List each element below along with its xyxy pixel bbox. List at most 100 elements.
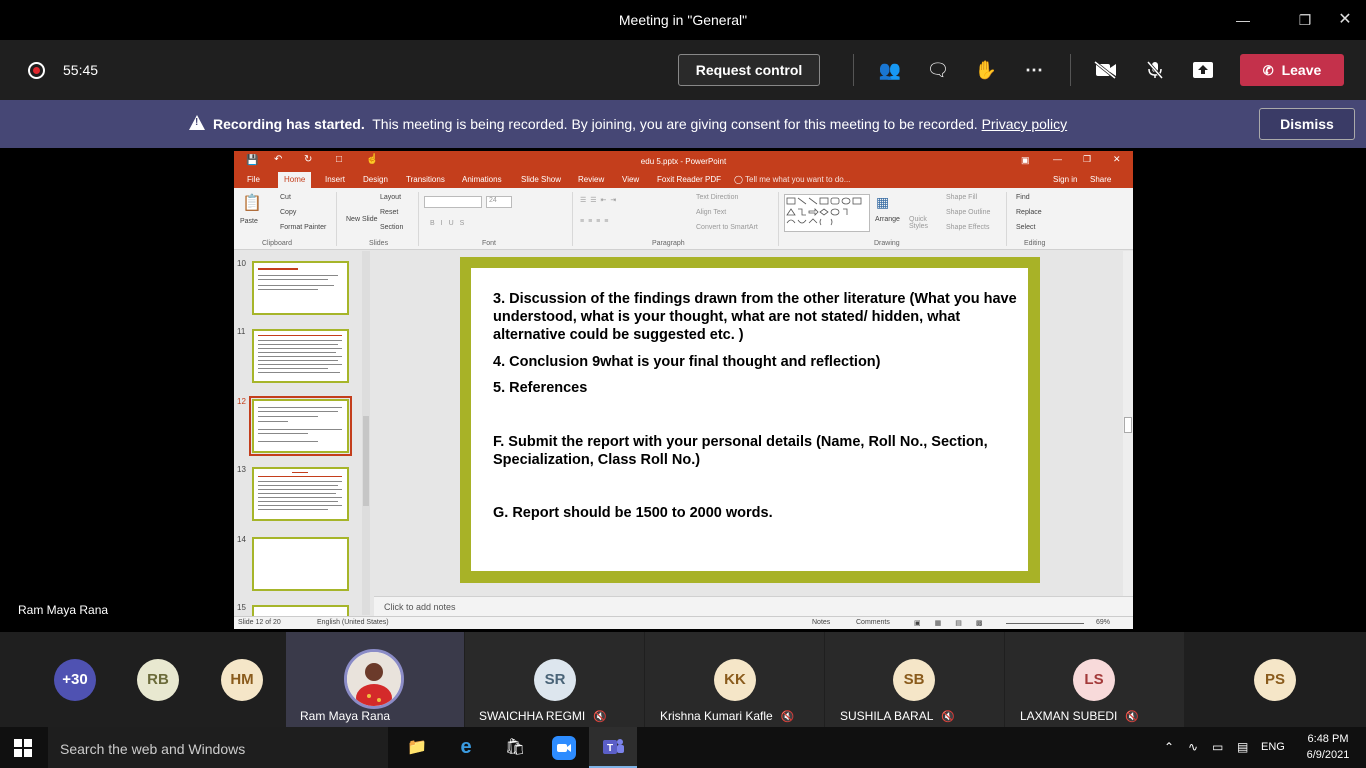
select-button[interactable]: Select [1016, 224, 1035, 231]
ppt-close-icon[interactable]: ✕ [1113, 154, 1121, 165]
store-icon[interactable]: 🛍 [491, 727, 539, 768]
dismiss-button[interactable]: Dismiss [1259, 108, 1355, 140]
minimize-icon[interactable]: — [1231, 8, 1255, 32]
mic-off-icon[interactable] [1141, 56, 1169, 84]
notifications-icon[interactable]: ▤ [1237, 740, 1248, 754]
windows-start-icon[interactable] [14, 739, 32, 757]
section-button[interactable]: Section [380, 224, 403, 231]
camera-off-icon[interactable] [1092, 56, 1120, 84]
list-icons[interactable]: ☰☰⇤⇥ [580, 196, 620, 204]
shapes-gallery[interactable] [784, 194, 870, 232]
paste-label[interactable]: Paste [240, 218, 258, 225]
arrange-label[interactable]: Arrange [875, 216, 900, 223]
battery-icon[interactable]: ▭ [1212, 740, 1223, 754]
slide-scroll-thumb[interactable] [1124, 417, 1132, 433]
wifi-icon[interactable]: ∿ [1188, 740, 1198, 754]
slide-thumbnail-14[interactable] [252, 537, 349, 591]
privacy-policy-link[interactable]: Privacy policy [982, 116, 1068, 132]
convert-smartart-button[interactable]: Convert to SmartArt [696, 224, 758, 231]
share-button[interactable]: Share [1090, 175, 1111, 184]
tab-slide-show[interactable]: Slide Show [521, 175, 561, 184]
language-status[interactable]: English (United States) [317, 619, 389, 626]
tab-foxit[interactable]: Foxit Reader PDF [657, 175, 721, 184]
font-style-buttons[interactable]: BIUS [430, 220, 470, 227]
replace-button[interactable]: Replace [1016, 209, 1042, 216]
participant-ps[interactable]: PS [1185, 632, 1366, 727]
tab-insert[interactable]: Insert [325, 175, 345, 184]
input-language[interactable]: ENG [1261, 741, 1285, 753]
font-name-box[interactable] [424, 196, 482, 208]
tab-file[interactable]: File [247, 175, 260, 184]
teams-icon[interactable]: T [589, 727, 637, 768]
tab-animations[interactable]: Animations [462, 175, 502, 184]
close-icon[interactable]: ✕ [1333, 8, 1357, 32]
zoom-level[interactable]: 69% [1096, 619, 1110, 626]
sign-in-link[interactable]: Sign in [1053, 175, 1077, 184]
chat-icon[interactable]: 🗨 [924, 56, 952, 84]
participant-swaichha-regmi[interactable]: SR SWAICHHA REGMI 🔇 [465, 632, 644, 727]
slide-content[interactable]: 3. Discussion of the findings drawn from… [471, 268, 1028, 571]
layout-button[interactable]: Layout [380, 194, 401, 201]
participant-sushila-baral[interactable]: SB SUSHILA BARAL 🔇 [825, 632, 1004, 727]
find-button[interactable]: Find [1016, 194, 1030, 201]
thumbnails-scrollbar[interactable] [362, 251, 370, 615]
font-size-box[interactable]: 24 [486, 196, 512, 208]
ppt-restore-icon[interactable]: ❐ [1083, 154, 1091, 165]
copy-button[interactable]: Copy [280, 209, 296, 216]
quick-styles-label[interactable]: Quick Styles [909, 216, 935, 230]
zoom-slider[interactable] [1006, 623, 1084, 624]
file-explorer-icon[interactable]: 📁 [393, 727, 441, 768]
align-icons[interactable]: ≡≡≡≡ [580, 218, 612, 225]
reset-button[interactable]: Reset [380, 209, 398, 216]
shape-outline-button[interactable]: Shape Outline [946, 209, 990, 216]
shape-effects-button[interactable]: Shape Effects [946, 224, 989, 231]
participant-rb[interactable]: RB [115, 632, 205, 727]
participant-krishna-kumari-kafle[interactable]: KK Krishna Kumari Kafle 🔇 [645, 632, 824, 727]
format-painter-button[interactable]: Format Painter [280, 224, 326, 231]
slide-thumbnail-11[interactable] [252, 329, 349, 383]
align-text-button[interactable]: Align Text [696, 209, 726, 216]
current-slide[interactable]: 3. Discussion of the findings drawn from… [460, 257, 1040, 583]
participant-laxman-subedi[interactable]: LS LAXMAN SUBEDI 🔇 [1005, 632, 1184, 727]
tab-review[interactable]: Review [578, 175, 604, 184]
comments-toggle[interactable]: Comments [856, 619, 890, 626]
view-buttons[interactable]: ▣▦▤▩ [914, 619, 996, 627]
slide-scrollbar[interactable] [1123, 251, 1133, 596]
thumbnails-scroll-thumb[interactable] [363, 416, 369, 506]
participants-icon[interactable]: 👥 [876, 56, 904, 84]
ppt-minimize-icon[interactable]: — [1053, 154, 1062, 164]
notes-pane[interactable]: Click to add notes [374, 596, 1133, 616]
participant-overflow[interactable]: +30 [30, 632, 120, 727]
participant-ram-maya-rana[interactable]: Ram Maya Rana [286, 632, 464, 727]
shape-fill-button[interactable]: Shape Fill [946, 194, 977, 201]
zoom-icon[interactable] [540, 727, 588, 768]
slide-thumbnail-10[interactable] [252, 261, 349, 315]
tell-me-box[interactable]: Tell me what you want to do... [745, 175, 850, 184]
participant-hm[interactable]: HM [200, 632, 285, 727]
text-direction-button[interactable]: Text Direction [696, 194, 738, 201]
taskbar-clock[interactable]: 6:48 PM 6/9/2021 [1302, 731, 1354, 763]
more-options-icon[interactable]: ⋯ [1020, 56, 1048, 84]
request-control-button[interactable]: Request control [678, 54, 820, 86]
leave-button[interactable]: ✆ Leave [1240, 54, 1344, 86]
group-slides: Slides [369, 240, 389, 247]
ribbon-options-icon[interactable]: ▣ [1021, 155, 1030, 166]
reactions-icon[interactable]: ✋ [972, 56, 1000, 84]
toolbar-divider [1070, 54, 1071, 86]
taskbar-search[interactable]: Search the web and Windows [48, 727, 388, 768]
new-slide-button[interactable]: New Slide [346, 216, 378, 223]
slide-thumbnail-13[interactable] [252, 467, 349, 521]
tab-home[interactable]: Home [278, 172, 312, 188]
tab-design[interactable]: Design [363, 175, 388, 184]
share-screen-icon[interactable] [1189, 56, 1217, 84]
cut-button[interactable]: Cut [280, 194, 291, 201]
tray-chevron-icon[interactable]: ⌃ [1164, 740, 1174, 754]
slide-thumbnail-12-selected[interactable] [249, 396, 352, 456]
tab-view[interactable]: View [622, 175, 639, 184]
arrange-icon[interactable]: ▦ [876, 194, 889, 211]
notes-toggle[interactable]: Notes [812, 619, 830, 626]
edge-icon[interactable]: e [442, 727, 490, 768]
paste-icon[interactable]: 📋 [242, 193, 262, 213]
restore-icon[interactable]: ❐ [1293, 8, 1317, 32]
tab-transitions[interactable]: Transitions [406, 175, 445, 184]
